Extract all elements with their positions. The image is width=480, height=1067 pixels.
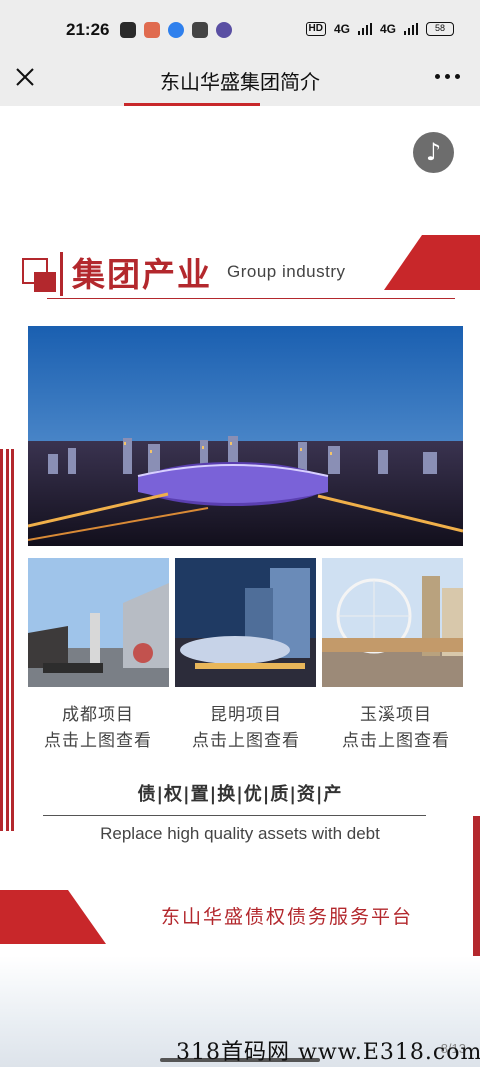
more-icon[interactable] [435, 74, 460, 79]
project-hint-yuxi[interactable]: 点击上图查看 [316, 726, 476, 751]
project-name-yuxi: 玉溪项目 [360, 705, 432, 725]
kunming-project-image[interactable] [175, 558, 316, 687]
slogan-divider [43, 815, 426, 816]
alipay-icon [192, 22, 208, 38]
slogan-en: Replace high quality assets with debt [100, 824, 380, 843]
wechat-icon [120, 22, 136, 38]
page-content: ♪ 集团产业 Group industry 成都项目 点击上图查看 昆明项目 点… [0, 106, 480, 1067]
signal-1-label: 4G [333, 22, 350, 36]
project-name-kunming: 昆明项目 [210, 705, 282, 725]
red-ribbon-decoration [384, 235, 480, 290]
project-name-chengdu: 成都项目 [62, 705, 134, 725]
hero-image[interactable] [28, 326, 463, 546]
signal-2-label: 4G [379, 22, 396, 36]
left-bars-decoration [0, 449, 14, 831]
slogan-cn: 债|权|置|换|优|质|资|产 [137, 784, 343, 805]
section-logo-icon [22, 258, 56, 292]
watermark-text: 318首码网 www.E318.com [176, 1040, 480, 1065]
status-time: 21:26 [66, 20, 110, 39]
browser-icon [168, 22, 184, 38]
platform-name: 东山华盛债权债务服务平台 [161, 906, 414, 928]
platform-ribbon-decoration [0, 890, 106, 944]
chengdu-project-image[interactable] [28, 558, 169, 687]
status-bar: 21:26 HD 4G 4G 58 [0, 0, 480, 56]
status-right: HD 4G 4G 58 [305, 22, 454, 36]
music-note-icon[interactable]: ♪ [413, 132, 454, 173]
section-title-en: Group industry [227, 262, 346, 281]
signal-icon [404, 23, 418, 35]
app2-icon [216, 22, 232, 38]
battery-icon: 58 [426, 22, 454, 36]
section-divider [60, 252, 63, 296]
page-title: 东山华盛集团简介 [160, 70, 320, 94]
notification-icons [120, 22, 232, 38]
section-underline [47, 298, 455, 299]
section-title: 集团产业 [72, 255, 212, 294]
nav-bar: 东山华盛集团简介 [0, 56, 480, 106]
hd-badge: HD [305, 22, 326, 36]
yuxi-project-image[interactable] [322, 558, 463, 687]
app-icon [144, 22, 160, 38]
signal-icon [357, 23, 372, 35]
project-hint-kunming[interactable]: 点击上图查看 [166, 726, 326, 751]
project-hint-chengdu[interactable]: 点击上图查看 [18, 726, 178, 751]
